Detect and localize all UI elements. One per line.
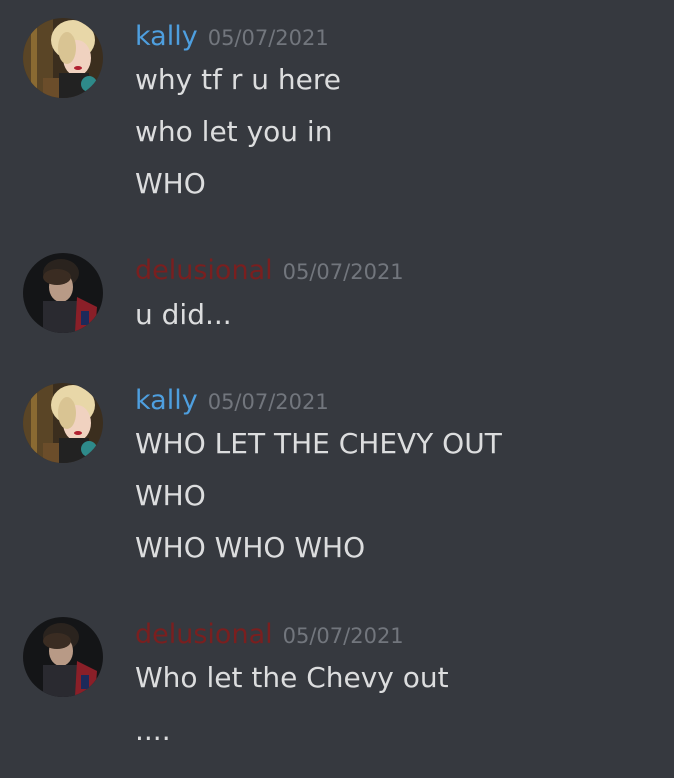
kally-avatar[interactable] — [23, 383, 103, 463]
chat-messages: kally 05/07/2021 why tf r u here who let … — [0, 0, 674, 778]
message-header: delusional 05/07/2021 — [135, 254, 404, 288]
message-text: u did... — [135, 298, 232, 331]
message-header: kally 05/07/2021 — [135, 20, 329, 54]
username[interactable]: kally — [135, 385, 198, 416]
timestamp: 05/07/2021 — [282, 260, 404, 284]
message-text: who let you in — [135, 115, 333, 148]
message-text: WHO — [135, 167, 206, 200]
message-text: WHO LET THE CHEVY OUT — [135, 427, 502, 460]
delusional-avatar[interactable] — [23, 253, 103, 333]
username[interactable]: delusional — [135, 619, 273, 650]
message-header: delusional 05/07/2021 — [135, 618, 404, 652]
message-text: .... — [135, 714, 171, 747]
message-text: WHO WHO WHO — [135, 531, 366, 564]
kally-avatar[interactable] — [23, 18, 103, 98]
timestamp: 05/07/2021 — [207, 26, 329, 50]
message-text: Who let the Chevy out — [135, 661, 449, 694]
delusional-avatar[interactable] — [23, 617, 103, 697]
message-text: why tf r u here — [135, 63, 342, 96]
username[interactable]: delusional — [135, 255, 273, 286]
username[interactable]: kally — [135, 21, 198, 52]
timestamp: 05/07/2021 — [282, 624, 404, 648]
timestamp: 05/07/2021 — [207, 390, 329, 414]
message-header: kally 05/07/2021 — [135, 384, 329, 418]
message-text: WHO — [135, 479, 206, 512]
